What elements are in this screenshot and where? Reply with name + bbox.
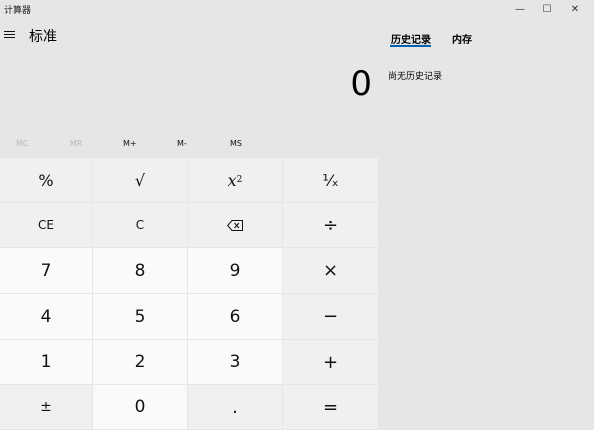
reciprocal-button[interactable]: ¹⁄ₓ — [283, 158, 379, 203]
memory-clear-button: MC — [16, 139, 29, 148]
backspace-icon — [227, 219, 243, 231]
equals-button[interactable]: = — [283, 385, 379, 430]
square-exponent: 2 — [236, 175, 243, 185]
multiply-button[interactable]: × — [283, 248, 379, 294]
percent-button[interactable]: % — [0, 158, 93, 203]
digit-6-button[interactable]: 6 — [188, 294, 283, 340]
memory-store-button[interactable]: MS — [230, 139, 242, 148]
memory-subtract-button[interactable]: M- — [177, 139, 187, 148]
keypad: % √ x2 ¹⁄ₓ CE C ÷ 7 8 9 × 4 5 6 − 1 2 3 … — [0, 158, 379, 430]
digit-4-button[interactable]: 4 — [0, 294, 93, 340]
digit-3-button[interactable]: 3 — [188, 340, 283, 385]
history-empty-message: 尚无历史记录 — [388, 72, 443, 82]
mode-title: 标准 — [29, 29, 57, 45]
add-button[interactable]: + — [283, 340, 379, 385]
tab-history[interactable]: 历史记录 — [391, 31, 431, 46]
digit-5-button[interactable]: 5 — [93, 294, 188, 340]
title-bar: 计算器 — ☐ ✕ — [0, 0, 594, 18]
clear-entry-button[interactable]: CE — [0, 203, 93, 248]
digit-7-button[interactable]: 7 — [0, 248, 93, 294]
subtract-button[interactable]: − — [283, 294, 379, 340]
digit-8-button[interactable]: 8 — [93, 248, 188, 294]
result-display: 0 — [350, 64, 372, 104]
tab-memory[interactable]: 内存 — [452, 31, 472, 46]
divide-button[interactable]: ÷ — [283, 203, 379, 248]
memory-add-button[interactable]: M+ — [123, 139, 137, 148]
clear-button[interactable]: C — [93, 203, 188, 248]
square-button[interactable]: x2 — [188, 158, 283, 203]
memory-recall-button: MR — [70, 139, 83, 148]
square-base: x — [227, 170, 237, 190]
digit-2-button[interactable]: 2 — [93, 340, 188, 385]
negate-button[interactable]: ± — [0, 385, 93, 430]
backspace-button[interactable] — [188, 203, 283, 248]
digit-9-button[interactable]: 9 — [188, 248, 283, 294]
digit-0-button[interactable]: 0 — [93, 385, 188, 430]
sqrt-button[interactable]: √ — [93, 158, 188, 203]
minimize-button[interactable]: — — [505, 0, 535, 18]
menu-icon[interactable] — [4, 29, 15, 39]
decimal-button[interactable]: . — [188, 385, 283, 430]
close-button[interactable]: ✕ — [560, 0, 590, 18]
maximize-button[interactable]: ☐ — [532, 0, 562, 18]
digit-1-button[interactable]: 1 — [0, 340, 93, 385]
tab-history-indicator — [390, 45, 431, 47]
app-title: 计算器 — [4, 6, 32, 16]
